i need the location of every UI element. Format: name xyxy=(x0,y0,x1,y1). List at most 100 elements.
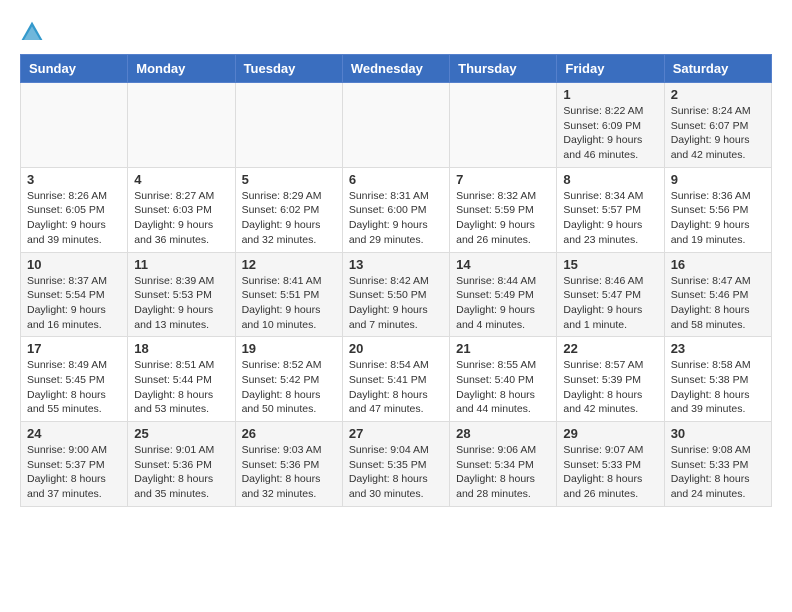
calendar-day-cell: 8 Sunrise: 8:34 AM Sunset: 5:57 PM Daylig… xyxy=(557,167,664,252)
calendar-day-cell: 10 Sunrise: 8:37 AM Sunset: 5:54 PM Dayli… xyxy=(21,252,128,337)
weekday-header-saturday: Saturday xyxy=(664,55,771,83)
day-detail: Sunrise: 8:22 AM Sunset: 6:09 PM Dayligh… xyxy=(563,104,657,163)
calendar-day-cell: 28 Sunrise: 9:06 AM Sunset: 5:34 PM Dayli… xyxy=(450,422,557,507)
day-number: 25 xyxy=(134,426,228,441)
day-number: 20 xyxy=(349,341,443,356)
calendar-week-row: 17 Sunrise: 8:49 AM Sunset: 5:45 PM Dayli… xyxy=(21,337,772,422)
weekday-header-wednesday: Wednesday xyxy=(342,55,449,83)
day-detail: Sunrise: 9:08 AM Sunset: 5:33 PM Dayligh… xyxy=(671,443,765,502)
day-detail: Sunrise: 8:57 AM Sunset: 5:39 PM Dayligh… xyxy=(563,358,657,417)
day-detail: Sunrise: 9:04 AM Sunset: 5:35 PM Dayligh… xyxy=(349,443,443,502)
day-number: 12 xyxy=(242,257,336,272)
day-number: 3 xyxy=(27,172,121,187)
day-number: 28 xyxy=(456,426,550,441)
day-number: 6 xyxy=(349,172,443,187)
day-detail: Sunrise: 8:47 AM Sunset: 5:46 PM Dayligh… xyxy=(671,274,765,333)
weekday-header-sunday: Sunday xyxy=(21,55,128,83)
calendar-day-cell: 15 Sunrise: 8:46 AM Sunset: 5:47 PM Dayli… xyxy=(557,252,664,337)
day-detail: Sunrise: 8:34 AM Sunset: 5:57 PM Dayligh… xyxy=(563,189,657,248)
day-number: 26 xyxy=(242,426,336,441)
day-number: 15 xyxy=(563,257,657,272)
day-number: 23 xyxy=(671,341,765,356)
day-number: 13 xyxy=(349,257,443,272)
day-detail: Sunrise: 8:37 AM Sunset: 5:54 PM Dayligh… xyxy=(27,274,121,333)
day-detail: Sunrise: 9:01 AM Sunset: 5:36 PM Dayligh… xyxy=(134,443,228,502)
calendar-day-cell: 27 Sunrise: 9:04 AM Sunset: 5:35 PM Dayli… xyxy=(342,422,449,507)
calendar-day-cell: 13 Sunrise: 8:42 AM Sunset: 5:50 PM Dayli… xyxy=(342,252,449,337)
calendar-day-cell: 24 Sunrise: 9:00 AM Sunset: 5:37 PM Dayli… xyxy=(21,422,128,507)
day-detail: Sunrise: 8:41 AM Sunset: 5:51 PM Dayligh… xyxy=(242,274,336,333)
day-detail: Sunrise: 9:00 AM Sunset: 5:37 PM Dayligh… xyxy=(27,443,121,502)
day-detail: Sunrise: 8:36 AM Sunset: 5:56 PM Dayligh… xyxy=(671,189,765,248)
calendar-day-cell: 22 Sunrise: 8:57 AM Sunset: 5:39 PM Dayli… xyxy=(557,337,664,422)
calendar-day-cell: 2 Sunrise: 8:24 AM Sunset: 6:07 PM Daylig… xyxy=(664,83,771,168)
calendar-day-cell: 1 Sunrise: 8:22 AM Sunset: 6:09 PM Daylig… xyxy=(557,83,664,168)
day-detail: Sunrise: 8:44 AM Sunset: 5:49 PM Dayligh… xyxy=(456,274,550,333)
day-number: 7 xyxy=(456,172,550,187)
day-number: 8 xyxy=(563,172,657,187)
day-detail: Sunrise: 8:42 AM Sunset: 5:50 PM Dayligh… xyxy=(349,274,443,333)
day-number: 27 xyxy=(349,426,443,441)
day-detail: Sunrise: 9:06 AM Sunset: 5:34 PM Dayligh… xyxy=(456,443,550,502)
calendar-empty-cell xyxy=(21,83,128,168)
calendar-day-cell: 16Sunrise: 8:47 AM Sunset: 5:46 PM Dayli… xyxy=(664,252,771,337)
calendar-empty-cell xyxy=(128,83,235,168)
calendar-week-row: 1 Sunrise: 8:22 AM Sunset: 6:09 PM Daylig… xyxy=(21,83,772,168)
day-number: 1 xyxy=(563,87,657,102)
calendar-day-cell: 9Sunrise: 8:36 AM Sunset: 5:56 PM Daylig… xyxy=(664,167,771,252)
day-detail: Sunrise: 8:24 AM Sunset: 6:07 PM Dayligh… xyxy=(671,104,765,163)
calendar-empty-cell xyxy=(450,83,557,168)
day-number: 14 xyxy=(456,257,550,272)
day-number: 4 xyxy=(134,172,228,187)
day-number: 24 xyxy=(27,426,121,441)
calendar-day-cell: 19Sunrise: 8:52 AM Sunset: 5:42 PM Dayli… xyxy=(235,337,342,422)
calendar-day-cell: 12 Sunrise: 8:41 AM Sunset: 5:51 PM Dayli… xyxy=(235,252,342,337)
day-detail: Sunrise: 9:03 AM Sunset: 5:36 PM Dayligh… xyxy=(242,443,336,502)
day-detail: Sunrise: 8:32 AM Sunset: 5:59 PM Dayligh… xyxy=(456,189,550,248)
calendar-table: SundayMondayTuesdayWednesdayThursdayFrid… xyxy=(20,54,772,507)
calendar-week-row: 24 Sunrise: 9:00 AM Sunset: 5:37 PM Dayli… xyxy=(21,422,772,507)
day-detail: Sunrise: 8:54 AM Sunset: 5:41 PM Dayligh… xyxy=(349,358,443,417)
day-detail: Sunrise: 8:58 AM Sunset: 5:38 PM Dayligh… xyxy=(671,358,765,417)
calendar-day-cell: 4 Sunrise: 8:27 AM Sunset: 6:03 PM Daylig… xyxy=(128,167,235,252)
calendar-week-row: 10 Sunrise: 8:37 AM Sunset: 5:54 PM Dayli… xyxy=(21,252,772,337)
calendar-day-cell: 11Sunrise: 8:39 AM Sunset: 5:53 PM Dayli… xyxy=(128,252,235,337)
day-number: 30 xyxy=(671,426,765,441)
logo xyxy=(20,20,48,44)
day-detail: Sunrise: 9:07 AM Sunset: 5:33 PM Dayligh… xyxy=(563,443,657,502)
calendar-empty-cell xyxy=(342,83,449,168)
day-detail: Sunrise: 8:51 AM Sunset: 5:44 PM Dayligh… xyxy=(134,358,228,417)
calendar-day-cell: 5Sunrise: 8:29 AM Sunset: 6:02 PM Daylig… xyxy=(235,167,342,252)
calendar-empty-cell xyxy=(235,83,342,168)
calendar-day-cell: 30 Sunrise: 9:08 AM Sunset: 5:33 PM Dayli… xyxy=(664,422,771,507)
calendar-day-cell: 25 Sunrise: 9:01 AM Sunset: 5:36 PM Dayli… xyxy=(128,422,235,507)
calendar-day-cell: 7 Sunrise: 8:32 AM Sunset: 5:59 PM Daylig… xyxy=(450,167,557,252)
day-number: 29 xyxy=(563,426,657,441)
day-number: 17 xyxy=(27,341,121,356)
weekday-header-friday: Friday xyxy=(557,55,664,83)
day-number: 5 xyxy=(242,172,336,187)
day-number: 2 xyxy=(671,87,765,102)
calendar-day-cell: 26 Sunrise: 9:03 AM Sunset: 5:36 PM Dayli… xyxy=(235,422,342,507)
day-detail: Sunrise: 8:27 AM Sunset: 6:03 PM Dayligh… xyxy=(134,189,228,248)
day-detail: Sunrise: 8:31 AM Sunset: 6:00 PM Dayligh… xyxy=(349,189,443,248)
calendar-week-row: 3 Sunrise: 8:26 AM Sunset: 6:05 PM Daylig… xyxy=(21,167,772,252)
day-number: 19 xyxy=(242,341,336,356)
day-number: 22 xyxy=(563,341,657,356)
day-detail: Sunrise: 8:55 AM Sunset: 5:40 PM Dayligh… xyxy=(456,358,550,417)
calendar-day-cell: 17 Sunrise: 8:49 AM Sunset: 5:45 PM Dayli… xyxy=(21,337,128,422)
day-number: 21 xyxy=(456,341,550,356)
weekday-header-monday: Monday xyxy=(128,55,235,83)
day-detail: Sunrise: 8:49 AM Sunset: 5:45 PM Dayligh… xyxy=(27,358,121,417)
calendar-day-cell: 23 Sunrise: 8:58 AM Sunset: 5:38 PM Dayli… xyxy=(664,337,771,422)
day-detail: Sunrise: 8:26 AM Sunset: 6:05 PM Dayligh… xyxy=(27,189,121,248)
calendar-day-cell: 14 Sunrise: 8:44 AM Sunset: 5:49 PM Dayli… xyxy=(450,252,557,337)
calendar-day-cell: 18Sunrise: 8:51 AM Sunset: 5:44 PM Dayli… xyxy=(128,337,235,422)
calendar-day-cell: 20 Sunrise: 8:54 AM Sunset: 5:41 PM Dayli… xyxy=(342,337,449,422)
day-number: 11 xyxy=(134,257,228,272)
day-detail: Sunrise: 8:46 AM Sunset: 5:47 PM Dayligh… xyxy=(563,274,657,333)
calendar-day-cell: 29 Sunrise: 9:07 AM Sunset: 5:33 PM Dayli… xyxy=(557,422,664,507)
weekday-header-tuesday: Tuesday xyxy=(235,55,342,83)
day-number: 10 xyxy=(27,257,121,272)
weekday-header-row: SundayMondayTuesdayWednesdayThursdayFrid… xyxy=(21,55,772,83)
